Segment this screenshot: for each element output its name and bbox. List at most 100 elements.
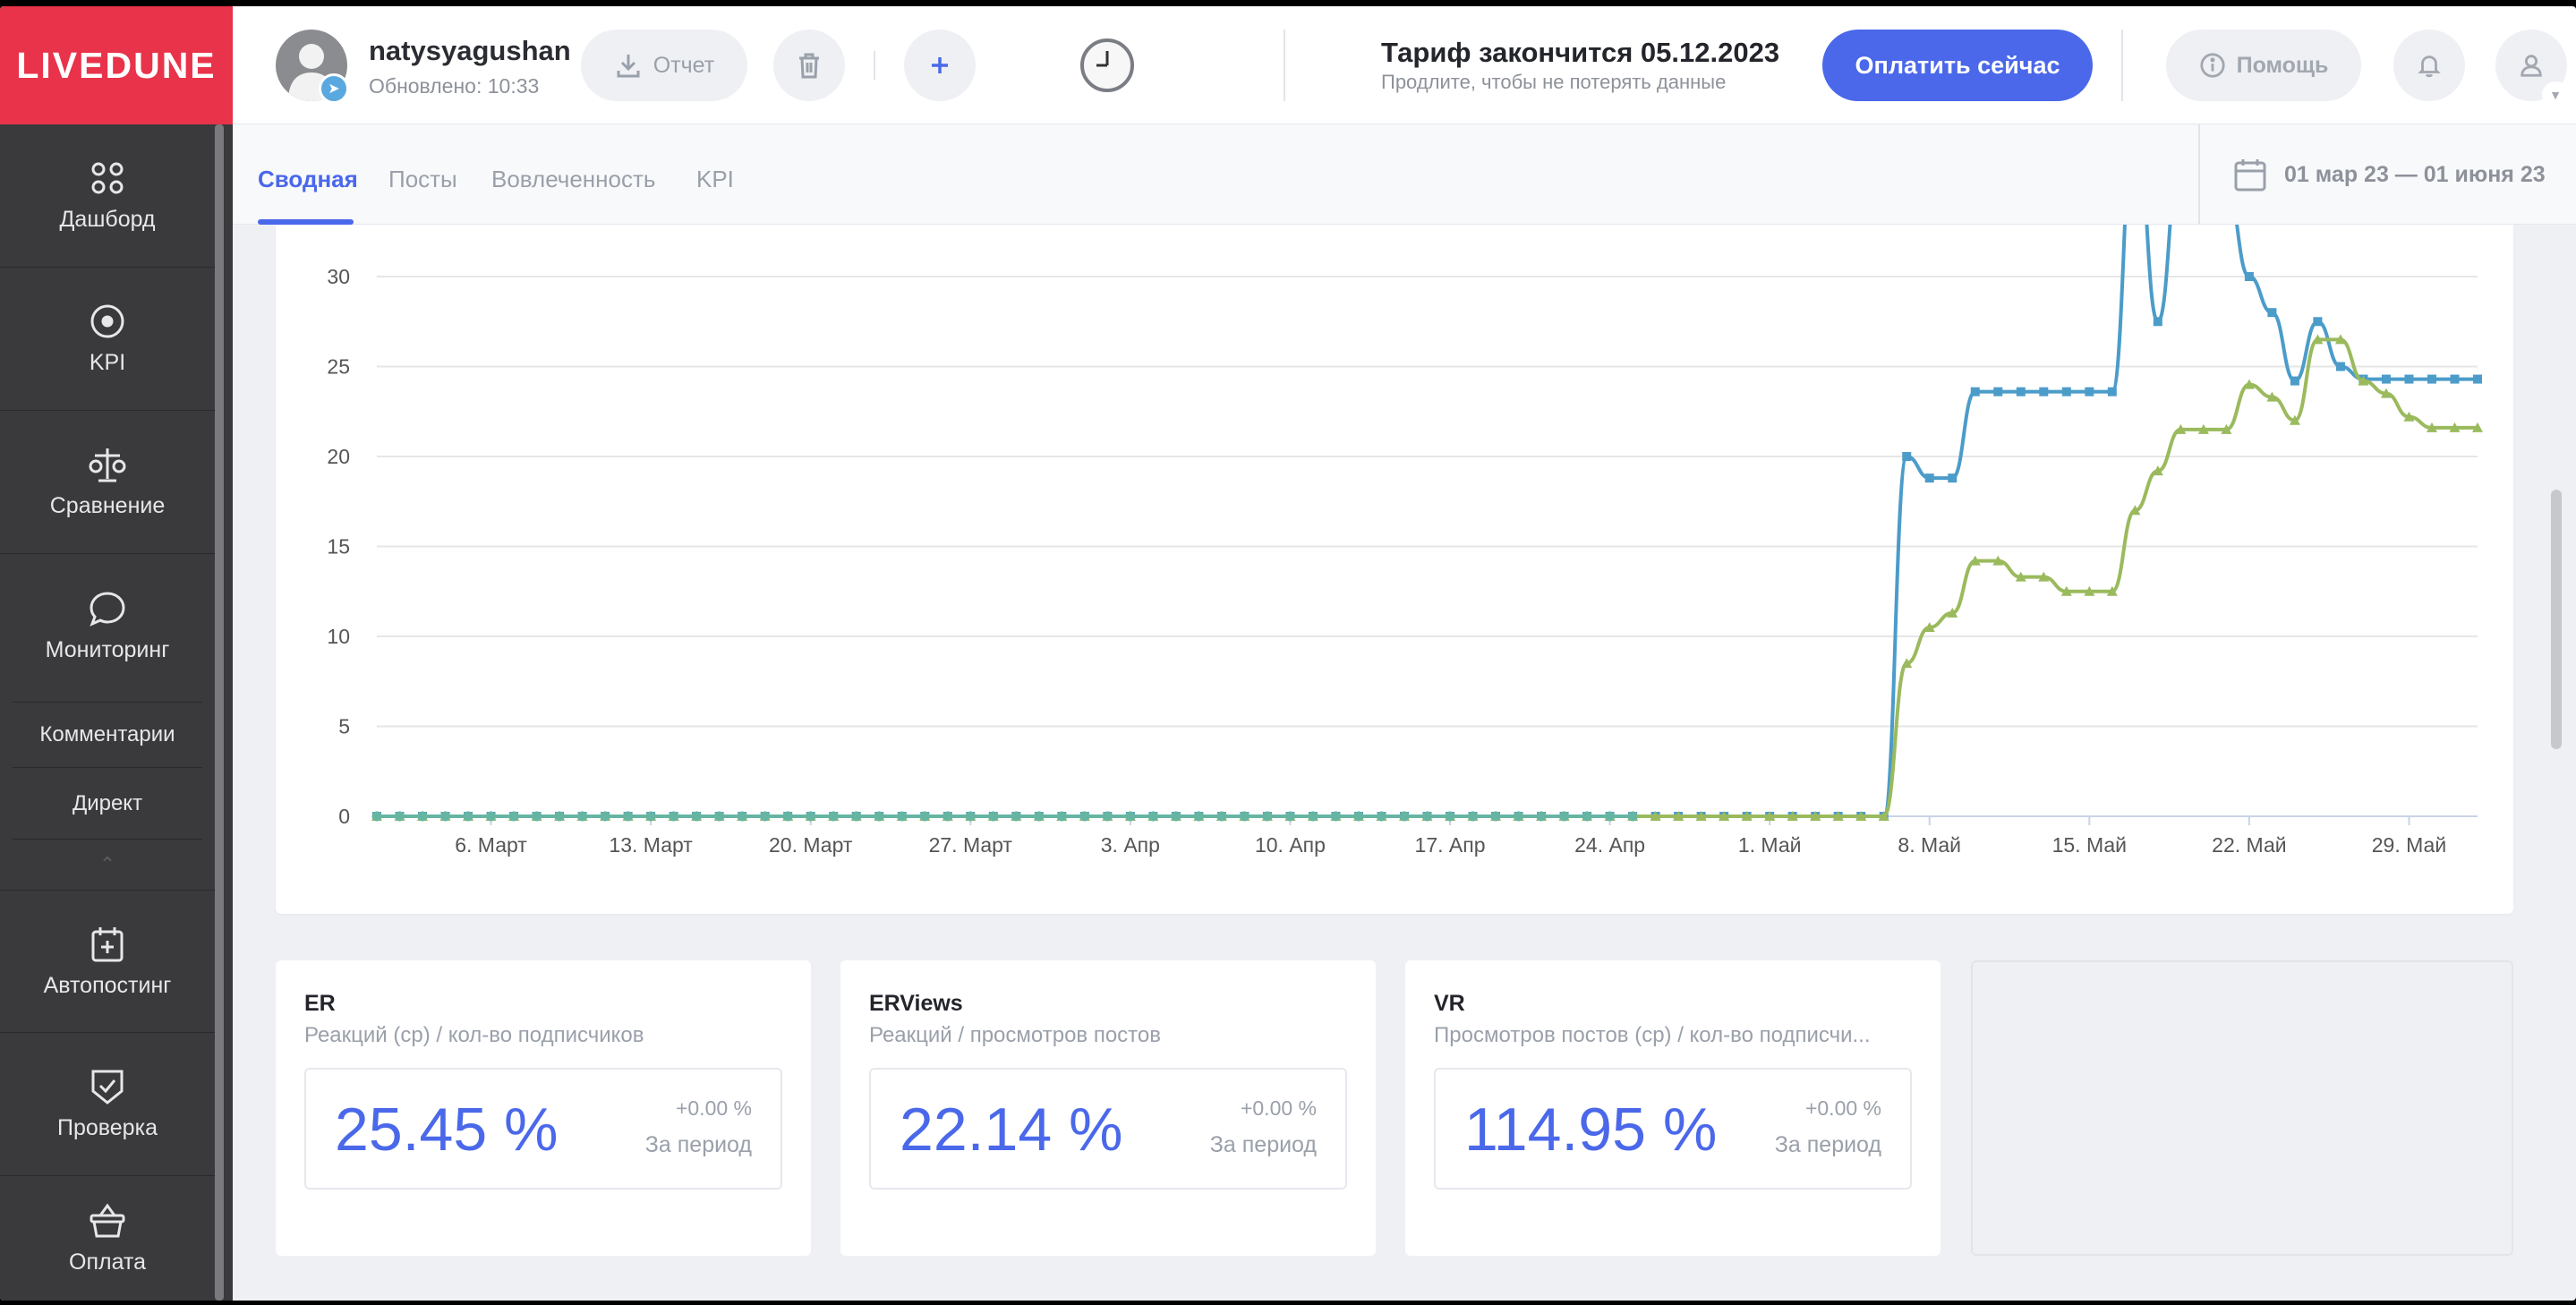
data-point	[1627, 811, 1638, 822]
data-point	[1559, 811, 1570, 822]
livedune-logo[interactable]: LIVEDUNE	[0, 6, 233, 124]
sidebar-item-dashboard[interactable]: Дашборд	[0, 124, 215, 268]
x-tick-label: 1. Май	[1738, 833, 1802, 857]
updated-time: Обновлено: 10:33	[369, 74, 540, 98]
kpi-card-er[interactable]: ER Реакций (ср) / кол-во подписчиков 25.…	[276, 960, 811, 1256]
chevron-down-icon[interactable]: ▼	[2542, 81, 2569, 108]
tab-posts[interactable]: Посты	[388, 166, 457, 193]
data-point	[532, 811, 542, 822]
sidebar-item-comments[interactable]: Комментарии	[13, 702, 202, 768]
sidebar-scrollbar[interactable]	[215, 124, 224, 1301]
data-point	[1924, 473, 1934, 483]
help-button[interactable]: Помощь	[2166, 30, 2361, 101]
plus-icon	[932, 57, 948, 73]
data-point	[1147, 811, 1158, 822]
x-tick-label: 15. Май	[2052, 833, 2127, 857]
data-point	[1536, 811, 1547, 822]
account-name[interactable]: natysyagushan	[369, 35, 571, 67]
kpi-period: За период	[644, 1132, 752, 1157]
data-point	[600, 811, 610, 822]
data-point	[782, 811, 793, 822]
tab-engagement[interactable]: Вовлеченность	[491, 166, 655, 193]
kpi-card-erviews[interactable]: ERViews Реакций / просмотров постов 22.1…	[840, 960, 1376, 1256]
kpi-period: За период	[1209, 1132, 1317, 1157]
header: ➤ natysyagushan Обновлено: 10:33 Отчет Т…	[233, 6, 2576, 124]
data-point	[874, 811, 884, 822]
y-tick-label: 5	[338, 715, 350, 738]
data-point	[1514, 811, 1524, 822]
data-point	[1193, 811, 1204, 822]
divider	[2121, 30, 2123, 101]
data-point	[943, 811, 953, 822]
y-tick-label: 10	[327, 625, 350, 648]
data-point	[1970, 387, 1980, 397]
sidebar-item-monitoring[interactable]: Мониторинг	[0, 554, 215, 697]
data-point	[1376, 811, 1386, 822]
kpi-subtitle: Просмотров постов (ср) / кол-во подписчи…	[1434, 1023, 1871, 1047]
data-point	[1216, 811, 1227, 822]
dashboard-icon	[91, 162, 124, 194]
clock-icon	[1080, 38, 1134, 92]
tariff-subtitle: Продлите, чтобы не потерять данные	[1381, 71, 1727, 93]
report-button[interactable]: Отчет	[581, 30, 747, 101]
data-point	[1034, 811, 1045, 822]
report-label: Отчет	[653, 52, 715, 78]
data-point	[508, 811, 519, 822]
data-point	[371, 811, 382, 822]
divider	[874, 51, 875, 80]
chevron-up-icon[interactable]: ⌃	[97, 853, 118, 875]
data-point	[486, 811, 497, 822]
x-tick-label: 27. Март	[929, 833, 1013, 857]
x-tick-label: 13. Март	[609, 833, 693, 857]
kpi-change: +0.00 %	[1240, 1096, 1317, 1120]
data-point	[2244, 272, 2254, 281]
add-button[interactable]	[904, 30, 976, 101]
sidebar-item-label: Оплата	[69, 1250, 146, 1275]
data-point	[2039, 387, 2049, 397]
tariff-title: Тариф закончится 05.12.2023	[1381, 37, 1780, 68]
line-chart[interactable]: 0 5 10 15 20 25 30 6. Март 13. Март 20. Март 27. М…	[276, 225, 2513, 914]
sidebar-item-label: Проверка	[57, 1115, 158, 1140]
divider	[1284, 30, 1285, 101]
x-tick-label: 20. Март	[769, 833, 853, 857]
data-point	[395, 811, 405, 822]
data-point	[1125, 811, 1136, 822]
date-range-label: 01 мар 23 — 01 июня 23	[2284, 161, 2546, 187]
delete-button[interactable]	[773, 30, 845, 101]
data-point	[919, 811, 930, 822]
kpi-value: 22.14 %	[900, 1096, 1123, 1164]
sidebar-item-check[interactable]: Проверка	[0, 1033, 215, 1176]
tab-summary[interactable]: Сводная	[258, 166, 358, 193]
sidebar-item-payment[interactable]: Оплата	[0, 1176, 215, 1301]
tab-kpi[interactable]: KPI	[696, 166, 734, 193]
sidebar-item-compare[interactable]: Сравнение	[0, 411, 215, 554]
tabs-bar: Сводная Посты Вовлеченность KPI 01 мар 2…	[233, 124, 2576, 225]
data-point	[1171, 811, 1181, 822]
sidebar-item-autoposting[interactable]: Автопостинг	[0, 890, 215, 1033]
data-point	[417, 811, 428, 822]
data-point	[2473, 374, 2482, 384]
kpi-card-placeholder	[1971, 960, 2513, 1256]
help-label: Помощь	[2236, 52, 2329, 78]
scales-icon	[89, 448, 126, 482]
data-point	[1239, 811, 1250, 822]
data-point	[440, 811, 451, 822]
data-point	[577, 811, 588, 822]
data-point	[669, 811, 679, 822]
sidebar-item-direct[interactable]: Директ	[13, 768, 202, 840]
notifications-button[interactable]	[2393, 30, 2465, 101]
kpi-card-vr[interactable]: VR Просмотров постов (ср) / кол-во подпи…	[1405, 960, 1941, 1256]
kpi-value-box: 25.45 % +0.00 % За период	[304, 1068, 782, 1190]
page-scrollbar[interactable]	[2551, 490, 2562, 749]
data-point	[1422, 811, 1432, 822]
date-range-picker[interactable]: 01 мар 23 — 01 июня 23	[2198, 124, 2576, 225]
sidebar-item-label: Сравнение	[49, 493, 166, 518]
data-point	[2381, 374, 2391, 384]
pay-now-button[interactable]: Оплатить сейчас	[1822, 30, 2093, 101]
sidebar-item-kpi[interactable]: KPI	[0, 268, 215, 411]
data-point	[2061, 387, 2071, 397]
x-tick-label: 6. Март	[455, 833, 527, 857]
data-point	[1284, 811, 1295, 822]
user-icon	[2521, 55, 2542, 77]
x-tick-label: 10. Апр	[1255, 833, 1326, 857]
